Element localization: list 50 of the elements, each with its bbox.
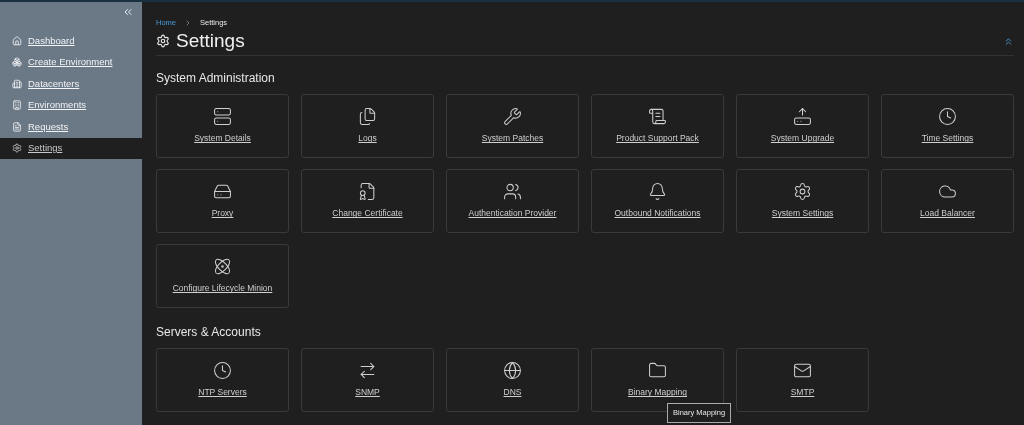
settings-tile[interactable]: Time Settings <box>881 94 1014 159</box>
nav-item[interactable]: Environments <box>0 94 142 116</box>
building-icon <box>12 78 22 89</box>
settings-tile[interactable]: Configure Lifecycle Minion <box>156 244 289 309</box>
atom-icon <box>213 257 232 277</box>
nav-item[interactable]: Requests <box>0 116 142 138</box>
nav-item[interactable]: Create Environment <box>0 51 142 73</box>
settings-tile[interactable]: SNMP <box>301 348 434 413</box>
settings-tile[interactable]: System Upgrade <box>736 94 869 159</box>
collapse-icon[interactable] <box>122 6 134 18</box>
nav-item[interactable]: Settings <box>0 137 142 159</box>
settings-tile[interactable]: System Details <box>156 94 289 159</box>
nav-item[interactable]: Datacenters <box>0 73 142 95</box>
boxes-icon <box>12 57 22 68</box>
settings-icon <box>156 34 170 49</box>
bell-icon <box>648 182 667 202</box>
nav-item[interactable]: Dashboard <box>0 30 142 52</box>
settings-tile[interactable]: SMTP <box>736 348 869 413</box>
settings-tile[interactable]: Authentication Provider <box>446 169 579 234</box>
settings-tile[interactable]: Proxy <box>156 169 289 234</box>
settings-tile[interactable]: System Patches <box>446 94 579 159</box>
settings-tile[interactable]: Outbound Notifications <box>591 169 724 234</box>
settings-icon <box>12 143 22 154</box>
scroll-icon <box>648 107 667 127</box>
clock-icon <box>938 107 957 127</box>
users-icon <box>503 182 522 202</box>
section-title: System Administration <box>156 71 276 87</box>
wrench-icon <box>503 107 522 127</box>
settings-tile[interactable]: System Settings <box>736 169 869 234</box>
settings-tile[interactable]: NTP Servers <box>156 348 289 413</box>
arrows-icon <box>358 361 377 381</box>
chevron-icon <box>184 18 192 27</box>
collapse-up-icon[interactable] <box>1003 35 1014 47</box>
settings-icon <box>793 182 812 202</box>
certificate-icon <box>358 182 377 202</box>
server-icon <box>213 107 232 127</box>
settings-tile[interactable]: Change Certificate <box>301 169 434 234</box>
settings-tile[interactable]: Product Support Pack <box>591 94 724 159</box>
page-title: Settings <box>176 29 245 54</box>
building-icon <box>12 100 22 111</box>
document-icon <box>12 121 22 132</box>
settings-tile[interactable]: Logs <box>301 94 434 159</box>
settings-tile[interactable]: Load Balancer <box>881 169 1014 234</box>
upload-icon <box>793 107 812 127</box>
globe-icon <box>503 361 522 381</box>
section-title: Servers & Accounts <box>156 325 262 341</box>
clock-icon <box>213 361 232 381</box>
house-icon <box>12 35 22 46</box>
files-icon <box>358 107 377 127</box>
settings-tile[interactable]: DNS <box>446 348 579 413</box>
